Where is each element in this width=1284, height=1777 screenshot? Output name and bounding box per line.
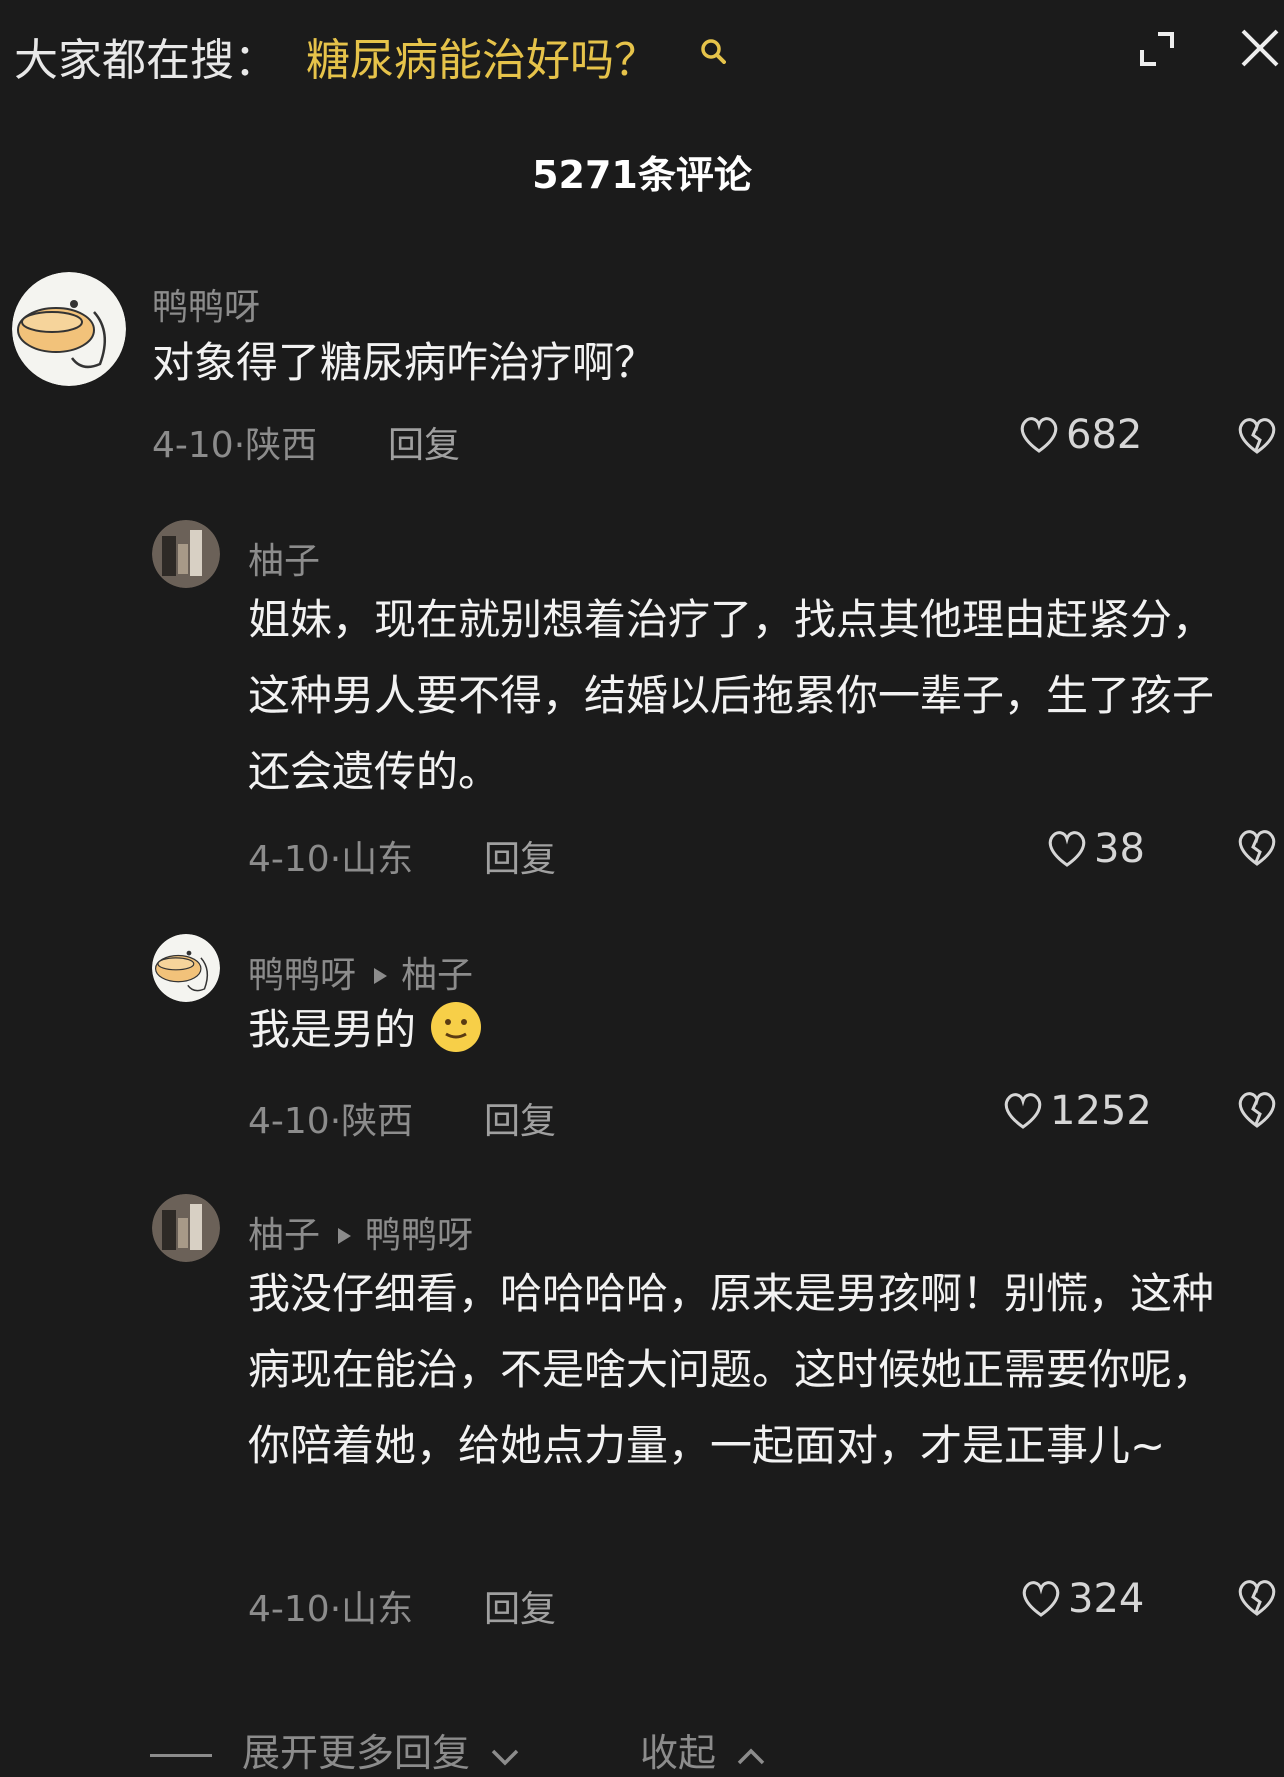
comment-meta: 4-10·山东: [248, 839, 414, 880]
comment-count-title: 5271条评论: [532, 153, 752, 197]
like-button[interactable]: 38: [1046, 826, 1145, 872]
user-avatar[interactable]: [152, 1194, 220, 1262]
like-count: 324: [1068, 1576, 1145, 1622]
heart-icon: [1048, 831, 1086, 867]
comment-username[interactable]: 柚子: [248, 532, 320, 584]
broken-heart-icon[interactable]: [1236, 828, 1278, 868]
comment-meta: 4-10·陕西: [248, 1101, 414, 1142]
collapse-button[interactable]: 收起: [640, 1722, 766, 1777]
comment-username[interactable]: 鸭鸭呀: [152, 278, 260, 330]
like-count: 1252: [1050, 1088, 1152, 1134]
heart-icon: [1004, 1093, 1042, 1129]
expand-label: 展开更多回复: [242, 1731, 471, 1775]
comment-text: 我是男的: [248, 992, 1216, 1068]
heart-icon: [1020, 417, 1058, 453]
like-button[interactable]: 1252: [1002, 1088, 1152, 1134]
collapse-label: 收起: [640, 1731, 717, 1775]
comment-text: 我没仔细看，哈哈哈哈，原来是男孩啊！别慌，这种病现在能治，不是啥大问题。这时候她…: [248, 1269, 1215, 1470]
reply-arrow-icon: [338, 1227, 352, 1244]
expand-icon[interactable]: [1136, 28, 1178, 70]
heart-icon: [1022, 1581, 1060, 1617]
broken-heart-icon[interactable]: [1236, 1578, 1278, 1618]
search-suggestion-link[interactable]: 糖尿病能治好吗？: [306, 24, 658, 88]
search-bar: 大家都在搜： 糖尿病能治好吗？: [0, 0, 1284, 110]
reply-button[interactable]: 回复: [388, 416, 460, 468]
comment-meta: 4-10·山东: [248, 1589, 414, 1630]
comment-meta: 4-10·陕西: [152, 425, 318, 466]
comment-text: 对象得了糖尿病咋治疗啊？: [152, 338, 657, 387]
close-icon[interactable]: [1238, 26, 1282, 70]
user-avatar[interactable]: [152, 520, 220, 588]
divider: [150, 1754, 212, 1757]
reply-author[interactable]: 柚子: [248, 1215, 320, 1256]
reply-button[interactable]: 回复: [484, 1580, 556, 1632]
comment-text: 姐妹，现在就别想着治疗了，找点其他理由赶紧分，这种男人要不得，结婚以后拖累你一辈…: [248, 595, 1215, 796]
search-icon[interactable]: [700, 38, 726, 64]
reply-author[interactable]: 鸭鸭呀: [248, 955, 356, 996]
chevron-down-icon: [491, 1749, 519, 1766]
comment-username: 鸭鸭呀 柚子: [248, 946, 473, 998]
chevron-up-icon: [737, 1748, 765, 1765]
like-button[interactable]: 682: [1018, 412, 1142, 458]
reply-target[interactable]: 鸭鸭呀: [365, 1215, 473, 1256]
broken-heart-icon[interactable]: [1236, 416, 1278, 456]
reply-target[interactable]: 柚子: [401, 955, 473, 996]
duck-avatar[interactable]: [152, 934, 220, 1002]
comment-text-content: 我是男的: [248, 1005, 417, 1054]
like-button[interactable]: 324: [1020, 1576, 1144, 1622]
broken-heart-icon[interactable]: [1236, 1090, 1278, 1130]
like-count: 682: [1066, 412, 1143, 458]
reply-button[interactable]: 回复: [484, 1092, 556, 1144]
duck-avatar[interactable]: [12, 272, 126, 386]
reply-arrow-icon: [374, 967, 388, 984]
expand-more-replies-button[interactable]: 展开更多回复: [150, 1722, 520, 1777]
search-prefix: 大家都在搜：: [14, 35, 278, 86]
slightly-smiling-face-icon: [431, 1002, 482, 1052]
reply-button[interactable]: 回复: [484, 830, 556, 882]
like-count: 38: [1094, 826, 1145, 872]
comment-username: 柚子 鸭鸭呀: [248, 1206, 473, 1258]
